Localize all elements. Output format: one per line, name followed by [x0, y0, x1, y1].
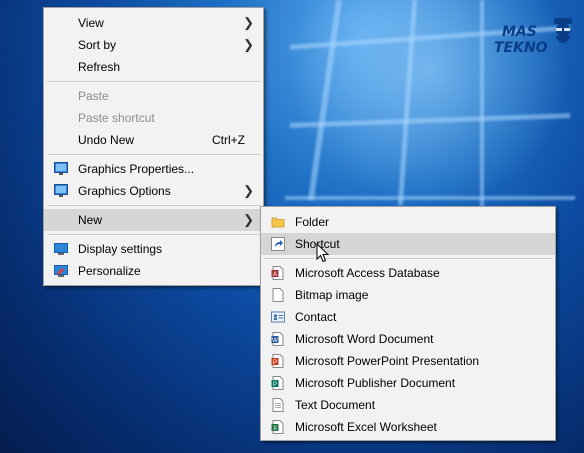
text-file-icon: [272, 398, 284, 412]
bitmap-file-icon: [272, 288, 284, 302]
intel-graphics-icon: [54, 162, 68, 175]
publisher-file-icon: P: [271, 376, 284, 390]
menu-item-label: View: [78, 16, 104, 30]
new-item-access-database[interactable]: A Microsoft Access Database: [261, 262, 555, 284]
menu-item-label: Personalize: [78, 264, 141, 278]
chevron-right-icon: ❯: [243, 15, 254, 30]
keyboard-shortcut: Ctrl+Z: [212, 133, 245, 147]
menu-item-graphics-options[interactable]: Graphics Options ❯: [44, 180, 263, 202]
access-file-icon: A: [271, 266, 284, 280]
watermark-text-1: MAS: [502, 24, 537, 40]
menu-item-label: Text Document: [295, 398, 376, 412]
new-item-publisher[interactable]: P Microsoft Publisher Document: [261, 372, 555, 394]
new-item-contact[interactable]: Contact: [261, 306, 555, 328]
menu-separator: [47, 81, 261, 82]
new-submenu: Folder Shortcut A Microsoft Access Datab…: [260, 206, 556, 441]
menu-item-view[interactable]: View ❯: [44, 12, 263, 34]
menu-item-display-settings[interactable]: Display settings: [44, 238, 263, 260]
menu-item-label: Microsoft Publisher Document: [295, 376, 456, 390]
intel-graphics-icon: [54, 184, 68, 197]
menu-item-paste-shortcut[interactable]: Paste shortcut: [44, 107, 263, 129]
menu-item-label: Paste shortcut: [78, 111, 155, 125]
personalize-icon: [54, 265, 68, 277]
folder-icon: [271, 217, 285, 228]
menu-item-label: Contact: [295, 310, 337, 324]
chevron-right-icon: ❯: [243, 183, 254, 198]
menu-item-graphics-properties[interactable]: Graphics Properties...: [44, 158, 263, 180]
menu-item-sort-by[interactable]: Sort by ❯: [44, 34, 263, 56]
svg-text:P: P: [273, 360, 277, 366]
display-icon: [54, 243, 68, 255]
menu-item-label: Microsoft Excel Worksheet: [295, 420, 437, 434]
menu-item-label: Display settings: [78, 242, 163, 256]
menu-item-paste[interactable]: Paste: [44, 85, 263, 107]
powerpoint-file-icon: P: [271, 354, 284, 368]
excel-file-icon: X: [271, 420, 284, 434]
menu-separator: [47, 234, 261, 235]
menu-item-personalize[interactable]: Personalize: [44, 260, 263, 282]
menu-item-label: Undo New: [78, 133, 135, 147]
menu-item-label: Folder: [295, 215, 330, 229]
desktop-context-menu: View ❯ Sort by ❯ Refresh Paste Paste sho…: [43, 7, 264, 286]
new-item-shortcut[interactable]: Shortcut: [261, 233, 555, 255]
new-item-excel-worksheet[interactable]: X Microsoft Excel Worksheet: [261, 416, 555, 438]
menu-separator: [47, 154, 261, 155]
chevron-right-icon: ❯: [243, 37, 254, 52]
menu-item-label: Microsoft PowerPoint Presentation: [295, 354, 480, 368]
menu-item-label: Sort by: [78, 38, 117, 52]
menu-item-label: Graphics Properties...: [78, 162, 195, 176]
menu-item-label: Refresh: [78, 60, 121, 74]
new-item-bitmap[interactable]: Bitmap image: [261, 284, 555, 306]
shortcut-icon: [271, 237, 285, 251]
chevron-right-icon: ❯: [243, 212, 254, 227]
menu-item-label: Graphics Options: [78, 184, 171, 198]
new-item-word-document[interactable]: W Microsoft Word Document: [261, 328, 555, 350]
svg-text:X: X: [273, 426, 277, 432]
watermark-text-2: TEKNO: [494, 40, 548, 56]
menu-item-new[interactable]: New ❯: [44, 209, 263, 231]
svg-text:P: P: [273, 382, 277, 388]
menu-item-label: Bitmap image: [295, 288, 369, 302]
watermark-logo: MAS TEKNO: [494, 14, 578, 64]
menu-separator: [264, 258, 553, 259]
svg-text:W: W: [272, 338, 278, 344]
contact-card-icon: [271, 311, 285, 323]
mascot-icon: [554, 18, 572, 43]
menu-separator: [47, 205, 261, 206]
menu-item-refresh[interactable]: Refresh: [44, 56, 263, 78]
new-item-powerpoint[interactable]: P Microsoft PowerPoint Presentation: [261, 350, 555, 372]
word-file-icon: W: [271, 332, 284, 346]
new-item-text-document[interactable]: Text Document: [261, 394, 555, 416]
menu-item-label: Microsoft Word Document: [295, 332, 434, 346]
menu-item-label: New: [78, 213, 103, 227]
menu-item-label: Paste: [78, 89, 109, 103]
menu-item-undo-new[interactable]: Undo New Ctrl+Z: [44, 129, 263, 151]
svg-text:A: A: [273, 272, 277, 278]
mouse-pointer-icon: [316, 243, 329, 263]
new-item-folder[interactable]: Folder: [261, 211, 555, 233]
menu-item-label: Microsoft Access Database: [295, 266, 440, 280]
